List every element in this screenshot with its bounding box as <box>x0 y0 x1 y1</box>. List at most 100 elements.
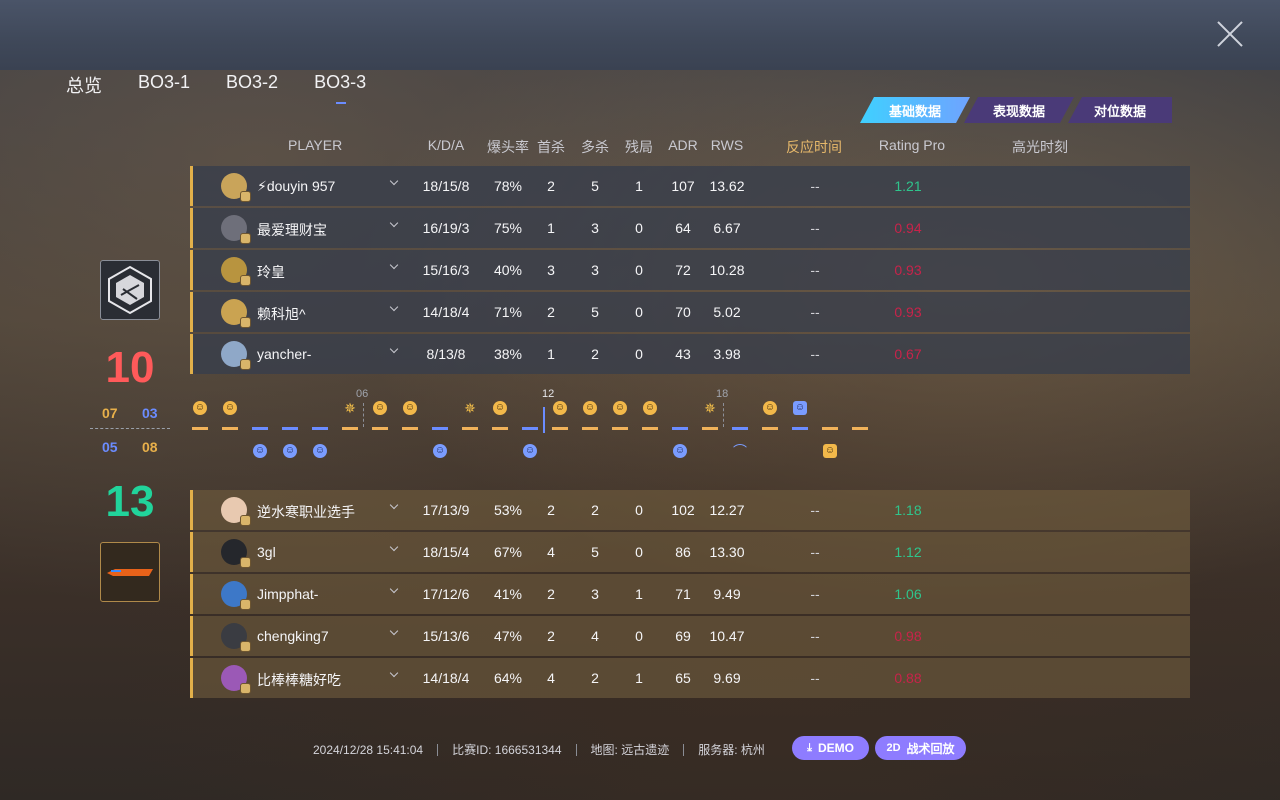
headshot-value: 40% <box>493 262 523 278</box>
chevron-down-icon[interactable] <box>388 302 400 314</box>
round-marker[interactable] <box>642 427 658 430</box>
round-marker[interactable] <box>762 427 778 430</box>
round-marker[interactable] <box>732 427 748 430</box>
tab-bo3-3[interactable]: BO3-3 <box>314 72 366 104</box>
smile-icon: ☺ <box>223 401 237 415</box>
round-marker[interactable] <box>612 427 628 430</box>
player-row[interactable]: 最爱理财宝 16/19/3 75% 1 3 0 64 6.67 -- 0.94 <box>190 208 1190 248</box>
round-marker[interactable] <box>252 427 268 430</box>
chevron-down-icon[interactable] <box>388 500 400 512</box>
round-marker[interactable] <box>552 427 568 430</box>
chevron-down-icon[interactable] <box>388 176 400 188</box>
player-row[interactable]: ⚡douyin 957 18/15/8 78% 2 5 1 107 13.62 -- 1.21 <box>190 166 1190 206</box>
avatar[interactable] <box>221 215 251 244</box>
chevron-down-icon[interactable] <box>388 584 400 596</box>
rank-badge-icon <box>240 275 251 286</box>
smile-icon: ☺ <box>523 444 537 458</box>
rating-value: 1.06 <box>894 586 922 602</box>
headshot-value: 67% <box>493 544 523 560</box>
demo-download-button[interactable]: ⤓ DEMO <box>792 736 869 760</box>
adr-value: 43 <box>675 346 691 362</box>
first-kill-value: 1 <box>547 346 555 362</box>
tab-basic-data[interactable]: 基础数据 <box>860 97 970 123</box>
smile-icon: ☺ <box>493 401 507 415</box>
round-marker[interactable] <box>672 427 688 430</box>
avatar[interactable] <box>221 173 251 202</box>
chevron-down-icon[interactable] <box>388 668 400 680</box>
multi-kill-value: 3 <box>591 262 599 278</box>
kda-value: 16/19/3 <box>422 220 470 236</box>
headshot-value: 64% <box>493 670 523 686</box>
round-marker[interactable] <box>342 427 358 430</box>
rating-value: 0.93 <box>894 262 922 278</box>
first-kill-value: 4 <box>547 544 555 560</box>
col-player: PLAYER <box>288 137 343 153</box>
avatar[interactable] <box>221 257 251 286</box>
round-marker[interactable] <box>402 427 418 430</box>
player-name[interactable]: yancher- <box>257 346 311 362</box>
player-row[interactable]: 3gl 18/15/4 67% 4 5 0 86 13.30 -- 1.12 <box>190 532 1190 572</box>
avatar[interactable] <box>221 665 251 694</box>
round-marker[interactable] <box>462 427 478 430</box>
avatar[interactable] <box>221 299 251 328</box>
player-row[interactable]: Jimpphat- 17/12/6 41% 2 3 1 71 9.49 -- 1.06 <box>190 574 1190 614</box>
player-name[interactable]: 玲皇 <box>257 262 285 282</box>
avatar[interactable] <box>221 539 251 568</box>
tab-bo3-2[interactable]: BO3-2 <box>226 72 278 104</box>
player-name[interactable]: 比棒棒糖好吃 <box>257 670 341 690</box>
tab-bo3-1[interactable]: BO3-1 <box>138 72 190 104</box>
rws-value: 10.47 <box>709 628 745 644</box>
first-kill-value: 2 <box>547 178 555 194</box>
player-name[interactable]: Jimpphat- <box>257 586 318 602</box>
rank-badge-icon <box>240 359 251 370</box>
tab-overview[interactable]: 总览 <box>66 72 102 104</box>
round-marker[interactable] <box>792 427 808 430</box>
player-name[interactable]: 逆水寒职业选手 <box>257 502 355 522</box>
avatar[interactable] <box>221 581 251 610</box>
chevron-down-icon[interactable] <box>388 218 400 230</box>
multi-kill-value: 5 <box>591 178 599 194</box>
chevron-down-icon[interactable] <box>388 260 400 272</box>
player-name[interactable]: ⚡douyin 957 <box>257 178 335 195</box>
round-marker[interactable] <box>492 427 508 430</box>
player-row[interactable]: 玲皇 15/16/3 40% 3 3 0 72 10.28 -- 0.93 <box>190 250 1190 290</box>
col-rws: RWS <box>710 137 744 153</box>
round-marker[interactable] <box>522 427 538 430</box>
chevron-down-icon[interactable] <box>388 344 400 356</box>
round-marker[interactable] <box>372 427 388 430</box>
round-number-mark: 12 <box>542 388 555 400</box>
round-marker[interactable] <box>702 427 718 430</box>
rws-value: 3.98 <box>713 346 741 362</box>
round-marker[interactable] <box>852 427 868 430</box>
avatar[interactable] <box>221 341 251 370</box>
player-row[interactable]: yancher- 8/13/8 38% 1 2 0 43 3.98 -- 0.67 <box>190 334 1190 374</box>
round-marker[interactable] <box>432 427 448 430</box>
round-marker[interactable] <box>282 427 298 430</box>
player-row[interactable]: 赖科旭^ 14/18/4 71% 2 5 0 70 5.02 -- 0.93 <box>190 292 1190 332</box>
kda-value: 17/13/9 <box>422 502 470 518</box>
avatar[interactable] <box>221 623 251 652</box>
kda-value: 14/18/4 <box>422 670 470 686</box>
player-name[interactable]: 最爱理财宝 <box>257 220 327 240</box>
player-name[interactable]: 3gl <box>257 544 276 560</box>
player-row[interactable]: 比棒棒糖好吃 14/18/4 64% 4 2 1 65 9.69 -- 0.88 <box>190 658 1190 698</box>
tab-performance-data[interactable]: 表现数据 <box>964 97 1074 123</box>
chevron-down-icon[interactable] <box>388 626 400 638</box>
half-separator <box>543 407 545 433</box>
col-headshot: 爆头率 <box>487 139 529 155</box>
player-name[interactable]: chengking7 <box>257 628 329 644</box>
round-marker[interactable] <box>312 427 328 430</box>
round-marker[interactable] <box>822 427 838 430</box>
player-row[interactable]: chengking7 15/13/6 47% 2 4 0 69 10.47 -- 0.98 <box>190 616 1190 656</box>
tactical-replay-button[interactable]: 2D 战术回放 <box>875 736 966 760</box>
round-marker[interactable] <box>582 427 598 430</box>
round-timeline: ☺ ☺ ☺ ☺ ☺ ✵ ☺ ☺ ☺ ✵ ☺ ☺ ☺ ☺ ☺ ☺ ☺ ✵ ⌒ ☺ ☺ ☺ 06 12 18 <box>190 385 890 465</box>
player-row[interactable]: 逆水寒职业选手 17/13/9 53% 2 2 0 102 12.27 -- 1.18 <box>190 490 1190 530</box>
chevron-down-icon[interactable] <box>388 542 400 554</box>
avatar[interactable] <box>221 497 251 526</box>
player-name[interactable]: 赖科旭^ <box>257 304 306 324</box>
round-marker[interactable] <box>222 427 238 430</box>
close-icon[interactable] <box>1216 20 1244 48</box>
tab-matchup-data[interactable]: 对位数据 <box>1068 97 1172 123</box>
round-marker[interactable] <box>192 427 208 430</box>
